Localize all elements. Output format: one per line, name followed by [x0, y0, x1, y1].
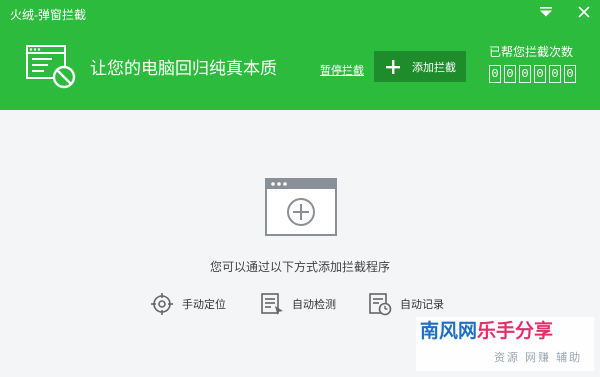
record-clock-icon: [368, 292, 392, 316]
count-digit: 0: [564, 65, 576, 83]
watermark-part1: 南风网: [420, 321, 478, 342]
block-count-digits: 0 0 0 0 0 0: [489, 65, 576, 83]
header-bar: 火绒-弹窗拦截 让您的电脑回归纯真本质 暂停拦截 添加拦截 已帮您拦截次数 0 …: [0, 0, 600, 110]
scan-list-icon: [260, 292, 284, 316]
add-block-button[interactable]: 添加拦截: [374, 51, 466, 82]
count-digit: 0: [519, 65, 531, 83]
manual-locate-label: 手动定位: [182, 299, 226, 311]
count-digit: 0: [534, 65, 546, 83]
count-digit: 0: [549, 65, 561, 83]
app-title: 火绒-弹窗拦截: [10, 8, 86, 22]
popup-block-logo-icon: [26, 44, 78, 90]
empty-window-illustration-icon: [265, 178, 337, 236]
menu-triangle-icon: [540, 7, 552, 17]
block-count-label: 已帮您拦截次数: [489, 45, 574, 59]
add-block-label: 添加拦截: [412, 61, 456, 74]
watermark-subtitle: 资源 网赚 辅助: [494, 352, 583, 364]
auto-detect-label: 自动检测: [292, 299, 336, 311]
crosshair-icon: [150, 292, 174, 316]
add-methods: 手动定位 自动检测 自动记录: [150, 292, 450, 320]
auto-record-button[interactable]: 自动记录: [368, 292, 444, 316]
close-icon: [578, 6, 590, 18]
watermark-part2: 乐手分享: [477, 321, 554, 342]
auto-record-label: 自动记录: [400, 299, 444, 311]
window-controls: [538, 4, 592, 20]
count-digit: 0: [504, 65, 516, 83]
count-digit: 0: [489, 65, 501, 83]
auto-detect-button[interactable]: 自动检测: [260, 292, 336, 316]
menu-dropdown-button[interactable]: [538, 4, 554, 20]
site-watermark: 南风网乐手分享 资源 网赚 辅助: [416, 317, 594, 371]
slogan-text: 让您的电脑回归纯真本质: [90, 59, 277, 78]
watermark-title: 南风网乐手分享: [420, 320, 553, 344]
close-button[interactable]: [576, 4, 592, 20]
plus-icon: [382, 59, 404, 74]
manual-locate-button[interactable]: 手动定位: [150, 292, 226, 316]
empty-state-message: 您可以通过以下方式添加拦截程序: [209, 260, 390, 274]
pause-block-link[interactable]: 暂停拦截: [320, 62, 364, 78]
